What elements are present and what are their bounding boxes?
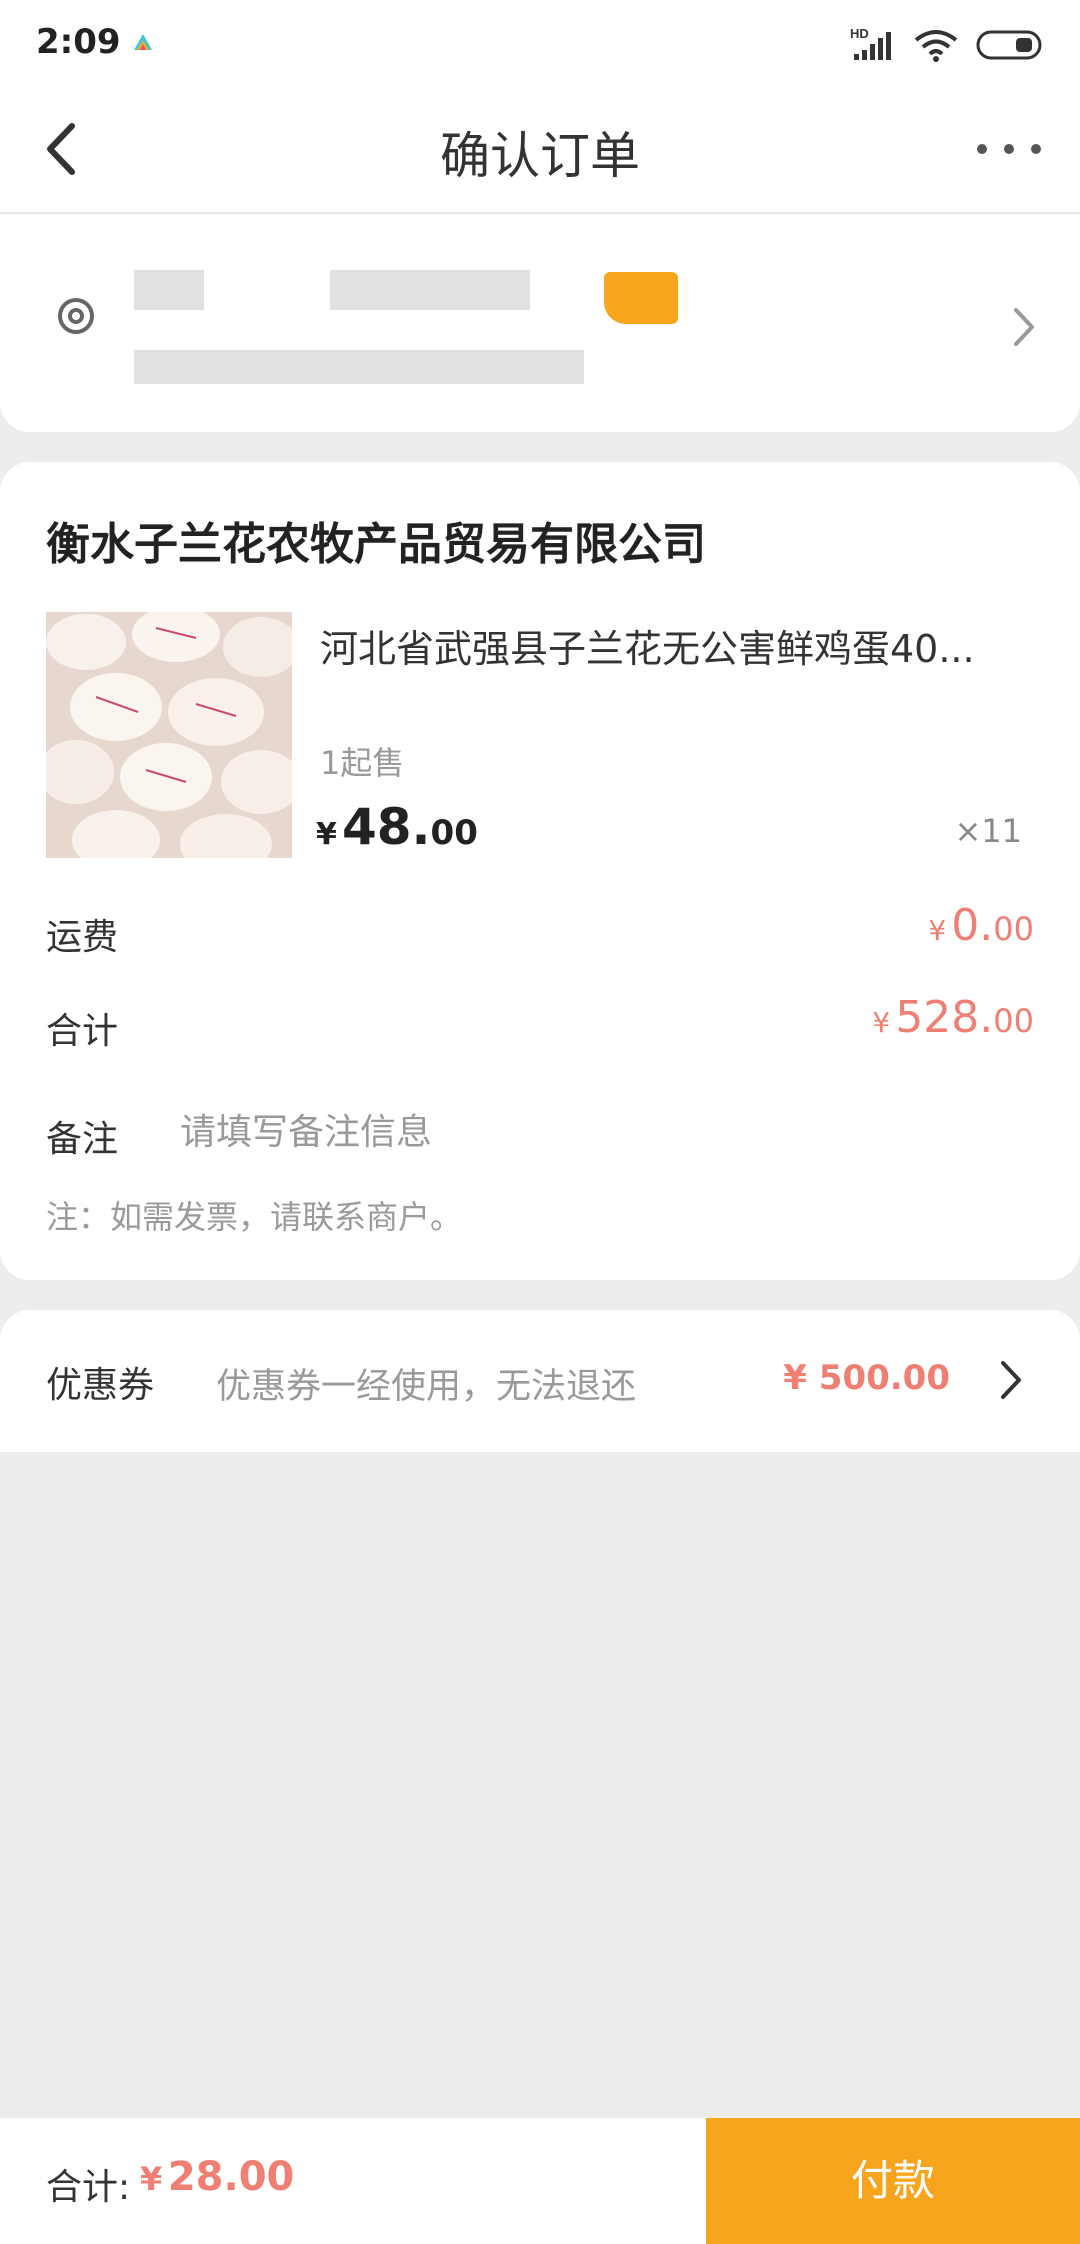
min-order-label: 1起售 [320,744,405,782]
redacted-name [134,270,204,310]
order-card: 衡水子兰花农牧产品贸易有限公司 河北省武强县子兰花无公害鲜鸡蛋40... 1起售… [0,462,1080,1280]
address-card[interactable] [0,214,1080,432]
page-title: 确认订单 [440,127,640,185]
price-decimal: 00 [430,813,478,853]
total-number: 28.00 [167,2154,295,2200]
remark-input[interactable] [180,1102,1000,1162]
chevron-right-icon [1014,308,1034,346]
subtotal-value: ¥ 528.00 [872,992,1034,1043]
coupon-description: 优惠券一经使用，无法退还 [216,1367,637,1407]
total-label: 合计: [46,2167,131,2208]
subtotal-label: 合计 [46,1011,119,1052]
battery-icon [976,30,1042,60]
total-amount: ¥ 28.00 [140,2154,294,2200]
product-quantity: ×11 [954,812,1022,850]
subtotal-integer: 528. [895,992,994,1043]
location-pin-icon [58,298,94,334]
subtotal-currency: ¥ [872,1006,891,1039]
price-currency: ¥ [316,817,337,852]
status-bar: 2:09 HD [0,0,1080,90]
app-indicator-icon [134,34,152,50]
bottom-bar: 合计: ¥ 28.00 付款 [0,2118,1080,2244]
pay-button[interactable]: 付款 [706,2118,1080,2244]
chevron-right-icon [1001,1361,1021,1399]
shipping-label: 运费 [46,917,119,958]
coupon-row[interactable]: 优惠券 优惠券一经使用，无法退还 ¥ 500.00 [0,1310,1080,1452]
product-price: ¥ 48.00 [316,798,478,856]
price-integer: 48. [341,798,431,856]
redacted-phone [330,270,530,310]
redacted-address-detail [134,350,584,384]
signal-icon: HD [850,26,896,62]
subtotal-decimal: 00 [993,1002,1034,1040]
default-address-badge [604,272,678,324]
invoice-note: 注：如需发票，请联系商户。 [46,1198,463,1236]
status-time: 2:09 [36,22,121,62]
more-button[interactable] [974,134,1044,164]
shipping-decimal: 00 [993,910,1034,948]
product-title[interactable]: 河北省武强县子兰花无公害鲜鸡蛋40... [320,618,1020,673]
shipping-currency: ¥ [928,914,947,947]
navigation-bar: 确认订单 [0,90,1080,214]
wifi-icon [914,30,958,62]
coupon-label: 优惠券 [46,1365,155,1406]
total-currency: ¥ [140,2160,163,2198]
egg-product-image[interactable] [46,612,292,858]
coupon-amount: ¥ 500.00 [783,1358,950,1398]
shipping-integer: 0. [951,900,994,951]
more-dots-icon [977,144,1041,154]
shop-name: 衡水子兰花农牧产品贸易有限公司 [46,519,706,570]
shipping-value: ¥ 0.00 [928,900,1034,951]
remark-label: 备注 [46,1119,119,1160]
